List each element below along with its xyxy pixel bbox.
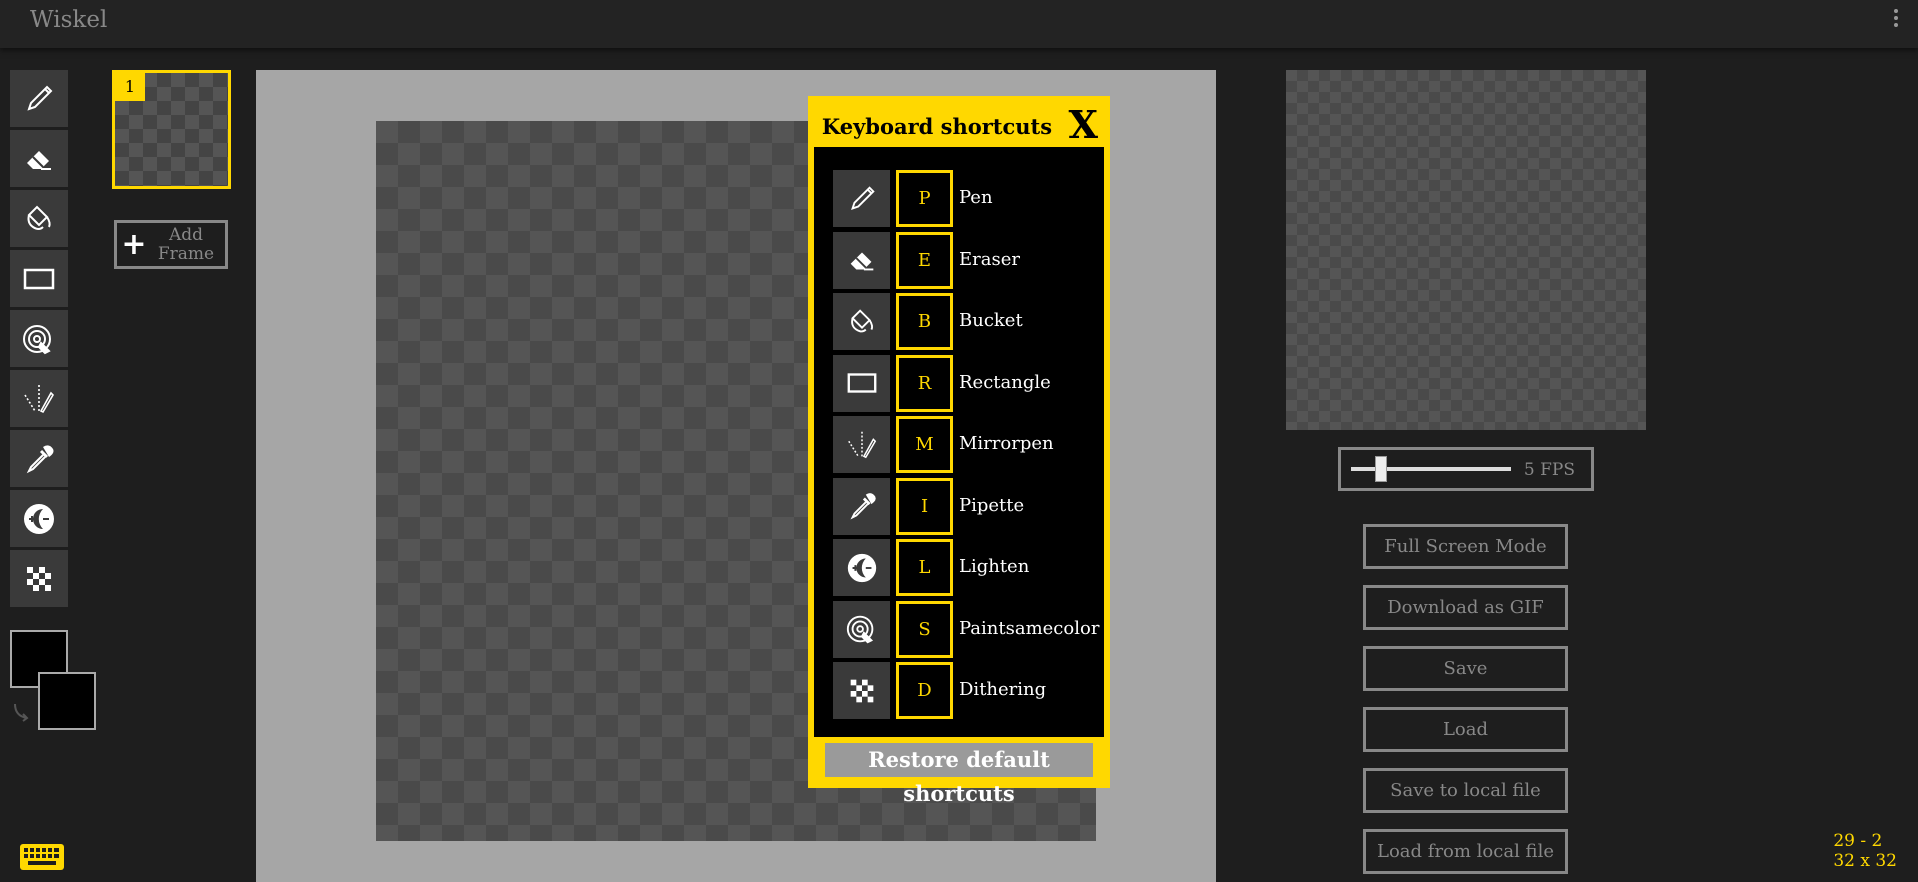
shortcut-label: Paintsamecolor	[959, 617, 1100, 639]
status-readout: 29 - 2 32 x 32	[1833, 831, 1897, 871]
pen-icon	[27, 85, 53, 111]
bucket-icon	[27, 205, 51, 230]
pipette-icon	[26, 444, 54, 473]
shortcut-label: Dithering	[959, 679, 1047, 700]
close-button[interactable]: X	[1069, 102, 1098, 148]
dialog-title: Keyboard shortcuts	[821, 114, 1053, 139]
add-frame-label: Add Frame	[157, 224, 215, 264]
shortcut-label: Pipette	[959, 494, 1025, 516]
shortcut-key[interactable]: P	[896, 170, 953, 227]
shortcut-key[interactable]: B	[896, 293, 953, 350]
tool-lighten[interactable]	[10, 490, 68, 547]
fps-label: 5 FPS	[1523, 460, 1575, 480]
tool-bucket[interactable]	[10, 190, 68, 247]
pen-icon	[850, 185, 875, 210]
fps-slider-handle[interactable]	[1375, 456, 1387, 482]
save-button[interactable]: Save	[1363, 646, 1568, 691]
shortcut-key[interactable]: D	[896, 662, 953, 719]
top-bar: Wiskel	[0, 0, 1918, 48]
tool-eraser[interactable]	[10, 130, 68, 187]
eraser-icon	[27, 150, 51, 170]
shortcut-label: Lighten	[959, 556, 1030, 577]
shortcut-key[interactable]: R	[896, 354, 953, 412]
add-frame-button[interactable]: + Add Frame	[114, 220, 228, 269]
keyboard-shortcuts-icon[interactable]	[19, 843, 65, 871]
cursor-position: 29 - 2	[1833, 831, 1883, 851]
lighten-icon	[847, 553, 876, 582]
eraser-icon	[850, 252, 873, 271]
shortcut-key[interactable]: S	[896, 600, 953, 658]
tool-paintsamecolor[interactable]	[10, 310, 68, 367]
download-gif-button[interactable]: Download as GIF	[1363, 585, 1568, 630]
plus-icon: +	[121, 226, 147, 262]
bucket-icon	[850, 308, 873, 332]
shortcut-key[interactable]: E	[896, 231, 953, 289]
lighten-icon	[24, 503, 54, 534]
tool-rectangle[interactable]	[10, 250, 68, 307]
shortcut-label: Bucket	[959, 310, 1023, 331]
app-title: Wiskel	[30, 7, 108, 33]
frame-thumbnail[interactable]: 1	[112, 70, 231, 189]
save-to-local-file-button[interactable]: Save to local file	[1363, 768, 1568, 813]
full-screen-mode-button[interactable]: Full Screen Mode	[1363, 524, 1568, 569]
mirrorpen-icon	[847, 431, 876, 458]
load-from-local-file-button[interactable]: Load from local file	[1363, 829, 1568, 874]
dithering-icon	[27, 566, 51, 591]
tool-pipette[interactable]	[10, 430, 68, 487]
paintsamecolor-icon	[846, 615, 873, 644]
animation-preview	[1286, 70, 1646, 430]
secondary-color-swatch[interactable]	[38, 672, 96, 730]
more-menu-icon[interactable]	[1894, 9, 1900, 31]
shortcut-key[interactable]: I	[896, 477, 953, 535]
paintsamecolor-icon	[23, 324, 51, 354]
pipette-icon	[849, 493, 876, 520]
mirrorpen-icon	[24, 384, 55, 413]
shortcut-label: Rectangle	[959, 371, 1051, 393]
restore-default-shortcuts-button[interactable]: Restore default shortcuts	[825, 743, 1093, 806]
dialog-header: Keyboard shortcuts X	[814, 102, 1104, 147]
rectangle-icon	[847, 373, 876, 393]
shortcut-key[interactable]: L	[896, 539, 953, 596]
tool-pen[interactable]	[10, 70, 68, 127]
swap-colors-icon[interactable]	[11, 700, 33, 722]
tool-palette	[10, 70, 68, 610]
frame-number: 1	[115, 73, 145, 101]
canvas-size: 32 x 32	[1833, 851, 1897, 871]
tool-mirrorpen[interactable]	[10, 370, 68, 427]
fps-control: 5 FPS	[1338, 447, 1594, 491]
load-button[interactable]: Load	[1363, 707, 1568, 752]
shortcut-label: Eraser	[959, 248, 1020, 270]
shortcut-label: Mirrorpen	[959, 433, 1054, 454]
shortcut-label: Pen	[959, 187, 993, 208]
rectangle-icon	[23, 268, 55, 289]
shortcut-key[interactable]: M	[896, 416, 953, 473]
keyboard-shortcuts-dialog: Keyboard shortcuts X P Pen E Eraser B Bu…	[808, 96, 1110, 806]
dialog-footer: Restore default shortcuts	[814, 737, 1104, 806]
tool-dithering[interactable]	[10, 550, 68, 607]
dithering-icon	[850, 679, 873, 702]
